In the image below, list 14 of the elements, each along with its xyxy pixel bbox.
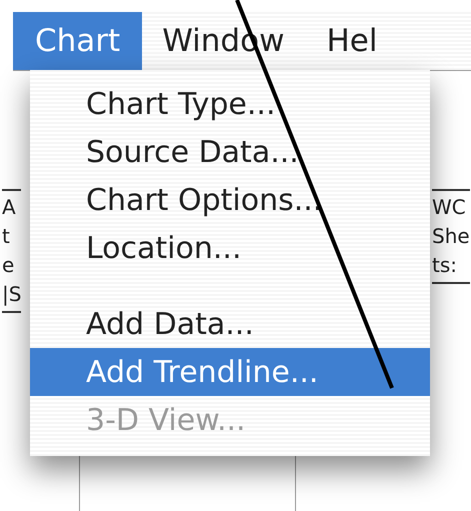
document-text: |S [2, 281, 22, 308]
menu-bar-item[interactable]: Hel [306, 12, 400, 70]
document-text: WC [432, 194, 467, 221]
menu-bar-item[interactable]: Chart [13, 12, 142, 70]
menu-item[interactable]: Add Trendline... [30, 348, 430, 396]
document-text: She [432, 223, 470, 250]
menu-item[interactable]: Source Data... [30, 128, 430, 176]
document-text: A [2, 194, 17, 221]
document-text: e [2, 252, 16, 279]
menu-item[interactable]: Chart Type... [30, 80, 430, 128]
document-text: t [2, 223, 11, 250]
document-text: ts: [432, 252, 458, 279]
menu-item[interactable]: Add Data... [30, 300, 430, 348]
menu-item[interactable]: Location... [30, 224, 430, 272]
